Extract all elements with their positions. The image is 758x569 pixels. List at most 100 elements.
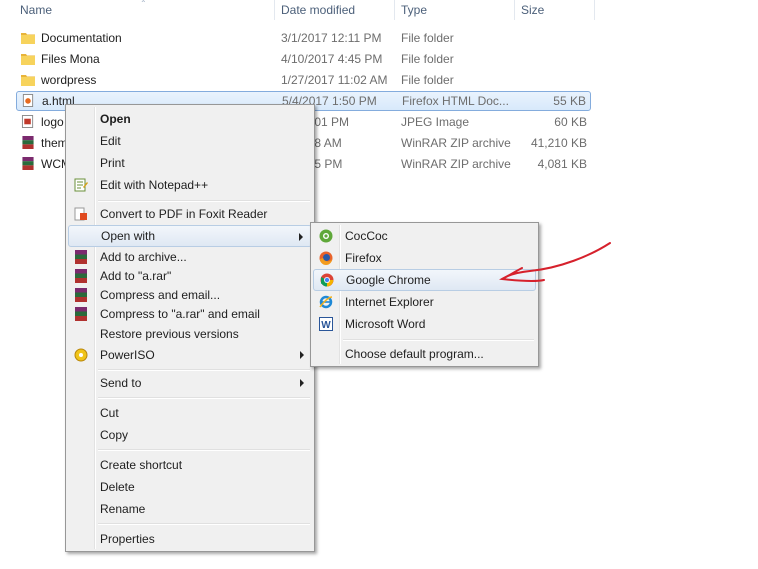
menu-separator	[98, 449, 310, 451]
menu-item-label: Delete	[100, 480, 135, 494]
context-menu: Open Edit Print Edit with Notepad++ Conv…	[65, 104, 315, 552]
submenu-arrow-icon	[300, 351, 304, 359]
file-row-files-mona[interactable]: Files Mona 4/10/2017 4:45 PM File folder	[16, 49, 591, 69]
file-date: 3/1/2017 12:11 PM	[281, 31, 382, 45]
menu-item-label: Edit	[100, 134, 121, 148]
winrar-icon	[75, 288, 87, 302]
file-type: Firefox HTML Doc...	[402, 94, 509, 108]
submenu-arrow-icon	[300, 379, 304, 387]
annotation-arrow-icon	[499, 242, 611, 283]
submenu-item-label: Firefox	[345, 251, 382, 265]
menu-item-edit-notepad[interactable]: Edit with Notepad++	[68, 174, 312, 196]
notepad-plus-plus-icon	[74, 178, 88, 192]
menu-item-label: Open with	[101, 229, 156, 243]
file-type: File folder	[401, 73, 454, 87]
menu-separator	[98, 200, 310, 202]
file-type: WinRAR ZIP archive	[401, 136, 511, 150]
menu-item-compress-rar-email[interactable]: Compress to "a.rar" and email	[68, 303, 312, 325]
file-name: Files Mona	[41, 52, 100, 66]
column-divider[interactable]	[514, 0, 515, 20]
coccoc-icon	[319, 229, 333, 243]
column-divider[interactable]	[594, 0, 595, 20]
poweriso-icon	[74, 348, 88, 362]
menu-item-label: Rename	[100, 502, 146, 516]
winrar-icon	[75, 307, 87, 321]
menu-item-label: Convert to PDF in Foxit Reader	[100, 207, 268, 221]
menu-item-rename[interactable]: Rename	[68, 498, 312, 520]
file-size: 60 KB	[554, 115, 587, 129]
menu-item-cut[interactable]: Cut	[68, 402, 312, 424]
column-divider[interactable]	[394, 0, 395, 20]
submenu-item-label: Choose default program...	[345, 347, 484, 361]
menu-separator	[98, 523, 310, 525]
submenu-item-label: CocCoc	[345, 229, 388, 243]
file-row-wordpress[interactable]: wordpress 1/27/2017 11:02 AM File folder	[16, 70, 591, 90]
column-header-name[interactable]: Name	[20, 0, 52, 20]
menu-item-print[interactable]: Print	[68, 152, 312, 174]
menu-item-label: Cut	[100, 406, 119, 420]
menu-item-label: PowerISO	[100, 348, 155, 362]
menu-item-send-to[interactable]: Send to	[68, 372, 312, 394]
menu-item-create-shortcut[interactable]: Create shortcut	[68, 454, 312, 476]
file-size: 4,081 KB	[537, 157, 587, 171]
file-row-documentation[interactable]: Documentation 3/1/2017 12:11 PM File fol…	[16, 28, 591, 48]
menu-item-edit[interactable]: Edit	[68, 130, 312, 152]
menu-item-open-with[interactable]: Open with	[68, 225, 312, 247]
column-header-date[interactable]: Date modified	[281, 0, 355, 20]
file-type: JPEG Image	[401, 115, 470, 129]
winrar-archive-icon	[22, 157, 34, 170]
submenu-item-microsoft-word[interactable]: W Microsoft Word	[313, 313, 536, 335]
menu-item-properties[interactable]: Properties	[68, 528, 312, 550]
submenu-item-label: Microsoft Word	[345, 317, 426, 331]
html-file-icon	[22, 94, 34, 107]
submenu-item-choose-default[interactable]: Choose default program...	[313, 343, 536, 365]
menu-item-label: Properties	[100, 532, 155, 546]
menu-item-copy[interactable]: Copy	[68, 424, 312, 446]
file-name: Documentation	[41, 31, 122, 45]
file-size: 55 KB	[553, 94, 586, 108]
menu-item-label: Print	[100, 156, 125, 170]
file-date: 1/27/2017 11:02 AM	[281, 73, 388, 87]
file-size: 41,210 KB	[530, 136, 587, 150]
microsoft-word-icon: W	[319, 317, 333, 331]
svg-text:W: W	[321, 320, 331, 331]
folder-icon	[21, 54, 35, 65]
menu-item-poweriso[interactable]: PowerISO	[68, 344, 312, 366]
column-header-size[interactable]: Size	[521, 0, 544, 20]
menu-item-label: Create shortcut	[100, 458, 183, 472]
submenu-item-internet-explorer[interactable]: Internet Explorer	[313, 291, 536, 313]
menu-item-convert-pdf[interactable]: Convert to PDF in Foxit Reader	[68, 203, 312, 225]
folder-icon	[21, 75, 35, 86]
menu-separator	[98, 369, 310, 371]
folder-icon	[21, 33, 35, 44]
menu-item-open[interactable]: Open	[68, 108, 312, 130]
menu-item-label: Restore previous versions	[100, 327, 239, 341]
column-header-type[interactable]: Type	[401, 0, 427, 20]
chrome-icon	[320, 273, 334, 287]
menu-item-label: Compress to "a.rar" and email	[100, 307, 260, 321]
menu-separator	[343, 339, 534, 341]
menu-item-label: Copy	[100, 428, 129, 442]
file-date: 4/10/2017 4:45 PM	[281, 52, 383, 66]
firefox-icon	[319, 251, 333, 265]
winrar-icon	[75, 250, 87, 264]
menu-item-restore-versions[interactable]: Restore previous versions	[68, 323, 312, 345]
winrar-archive-icon	[22, 136, 34, 149]
file-name: logo	[41, 115, 64, 129]
menu-item-label: Open	[100, 112, 131, 126]
menu-item-label: Send to	[100, 376, 142, 390]
file-type: File folder	[401, 52, 454, 66]
foxit-pdf-icon	[74, 207, 87, 221]
internet-explorer-icon	[319, 295, 333, 309]
submenu-arrow-icon	[299, 233, 303, 241]
menu-item-delete[interactable]: Delete	[68, 476, 312, 498]
file-name: them	[41, 136, 68, 150]
image-file-icon	[21, 115, 34, 128]
menu-separator	[98, 397, 310, 399]
submenu-item-label: Google Chrome	[346, 273, 431, 287]
menu-item-label: Edit with Notepad++	[100, 178, 209, 192]
column-divider[interactable]	[274, 0, 275, 20]
sort-indicator-icon: ⌃	[140, 0, 147, 8]
submenu-item-label: Internet Explorer	[345, 295, 434, 309]
file-type: WinRAR ZIP archive	[401, 157, 511, 171]
